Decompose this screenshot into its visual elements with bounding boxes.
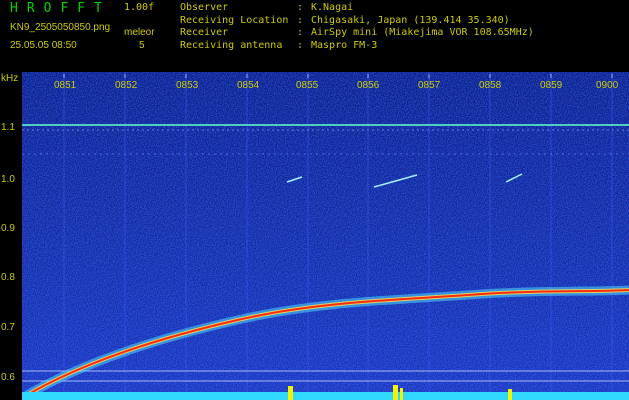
y-tick-label: 0.7 bbox=[1, 322, 15, 333]
info-row-receiver: Receiver: AirSpy mini (Miakejima VOR 108.… bbox=[180, 27, 534, 38]
x-tick-label: 0851 bbox=[54, 80, 77, 91]
app-version: 1.00f bbox=[124, 2, 155, 13]
y-tick-label: 1.1 bbox=[1, 122, 15, 133]
x-tick-label: 0859 bbox=[540, 80, 563, 91]
info-row-location: Receiving Location: Chigasaki, Japan (139… bbox=[180, 14, 510, 26]
date-time: 25.05.05 08:50 bbox=[10, 40, 77, 51]
x-tick-label: 0853 bbox=[176, 80, 199, 91]
x-tick-label: 0854 bbox=[237, 80, 260, 91]
noise-floor bbox=[22, 392, 629, 400]
spectrogram-canvas bbox=[22, 72, 629, 400]
y-tick-label: 0.9 bbox=[1, 223, 15, 234]
x-tick-label: 0855 bbox=[296, 80, 319, 91]
app-title: HROFFT bbox=[10, 1, 111, 16]
station-info: Observer: K.Nagai Receiving Location: Chig… bbox=[180, 2, 534, 52]
noise-texture bbox=[22, 72, 629, 400]
mode-label: meleor bbox=[124, 27, 155, 38]
x-tick-label: 0858 bbox=[479, 80, 502, 91]
y-tick-label: 1.0 bbox=[1, 174, 15, 185]
y-axis-unit: kHz bbox=[1, 73, 19, 84]
x-tick-label: 0852 bbox=[115, 80, 138, 91]
y-tick-label: 0.8 bbox=[1, 272, 15, 283]
info-row-antenna: Receiving antenna: Maspro FM-3 bbox=[180, 39, 378, 51]
x-tick-label: 0900 bbox=[596, 80, 619, 91]
spectrogram bbox=[22, 72, 629, 400]
info-row-observer: Observer: K.Nagai bbox=[180, 2, 354, 13]
count-value: 5 bbox=[139, 40, 145, 51]
y-tick-label: 0.6 bbox=[1, 372, 15, 383]
file-name: KN9_2505050850.png bbox=[10, 22, 111, 33]
x-tick-label: 0856 bbox=[357, 80, 380, 91]
x-tick-label: 0857 bbox=[418, 80, 441, 91]
header-panel: HROFFT 1.00f KN9_2505050850.png 25.05.05… bbox=[0, 0, 629, 72]
